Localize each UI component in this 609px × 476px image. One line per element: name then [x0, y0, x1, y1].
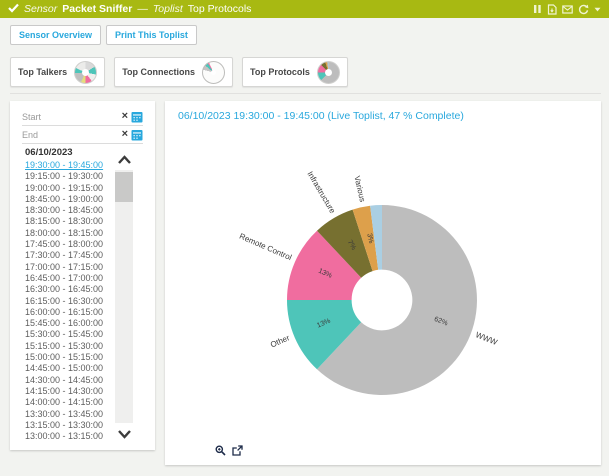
- interval-picker-panel: × × 06/10/2023 19:30:00 - 19:45:0019:15:…: [10, 101, 155, 450]
- breadcrumb-toplist-label: Toplist: [153, 3, 183, 15]
- tab-top-connections-label: Top Connections: [122, 67, 195, 77]
- refresh-icon[interactable]: [578, 4, 589, 15]
- slice-category-label: WWW: [474, 330, 499, 347]
- breadcrumb-separator: —: [137, 3, 148, 15]
- timelist-item[interactable]: 14:00:00 - 14:15:00: [25, 397, 117, 408]
- timelist-item[interactable]: 19:00:00 - 19:15:00: [25, 183, 117, 194]
- tab-top-talkers-label: Top Talkers: [18, 67, 67, 77]
- slice-category-label: Other: [269, 333, 291, 349]
- sensor-ok-icon: [8, 3, 19, 16]
- email-icon[interactable]: [562, 5, 573, 14]
- prtg-toplist-page: Sensor Packet Sniffer — Toplist Top Prot…: [0, 0, 609, 476]
- timelist-item[interactable]: 16:00:00 - 16:15:00: [25, 307, 117, 318]
- end-date-row: ×: [22, 126, 143, 144]
- start-date-row: ×: [22, 108, 143, 126]
- protocols-donut-chart: 62%WWW13%Other13%Remote Control7%Infrast…: [165, 101, 601, 465]
- timelist-item[interactable]: 18:00:00 - 18:15:00: [25, 228, 117, 239]
- timelist-item[interactable]: 14:45:00 - 15:00:00: [25, 363, 117, 374]
- timelist-item[interactable]: 15:00:00 - 15:15:00: [25, 352, 117, 363]
- timelist-item[interactable]: 19:15:00 - 19:30:00: [25, 171, 117, 182]
- slice-category-label: Various: [352, 175, 367, 203]
- chart-tools: [215, 445, 243, 456]
- end-date-input[interactable]: [22, 130, 119, 140]
- timelist-item[interactable]: 16:15:00 - 16:30:00: [25, 296, 117, 307]
- action-buttons: Sensor Overview Print This Toplist: [10, 25, 197, 45]
- tab-top-protocols-label: Top Protocols: [250, 67, 310, 77]
- breadcrumb-sensor-label: Sensor: [24, 3, 57, 15]
- timelist-item[interactable]: 18:15:00 - 18:30:00: [25, 216, 117, 227]
- timelist-item[interactable]: 15:45:00 - 16:00:00: [25, 318, 117, 329]
- timelist-item[interactable]: 14:15:00 - 14:30:00: [25, 386, 117, 397]
- slice-category-label: Infrastructure: [305, 170, 337, 216]
- topbar-icons: [533, 4, 601, 15]
- calendar-icon[interactable]: [131, 111, 143, 123]
- toplist-chart-panel: 06/10/2023 19:30:00 - 19:45:00 (Live Top…: [165, 101, 601, 465]
- scroll-down-icon[interactable]: [115, 425, 133, 442]
- print-toplist-button[interactable]: Print This Toplist: [106, 25, 197, 45]
- timelist-scrollbar[interactable]: [115, 170, 133, 423]
- timelist-item[interactable]: 15:15:00 - 15:30:00: [25, 341, 117, 352]
- slice-category-label: Remote Control: [238, 232, 293, 263]
- timelist-item[interactable]: 17:00:00 - 17:15:00: [25, 262, 117, 273]
- start-date-input[interactable]: [22, 112, 119, 122]
- tab-top-protocols[interactable]: Top Protocols: [242, 57, 348, 87]
- timelist-item[interactable]: 18:30:00 - 18:45:00: [25, 205, 117, 216]
- pie-chart-icon: [74, 61, 97, 84]
- timelist-item[interactable]: 17:45:00 - 18:00:00: [25, 239, 117, 250]
- clear-start-icon[interactable]: ×: [122, 111, 128, 122]
- timelist-date-header: 06/10/2023: [25, 147, 73, 158]
- time-list: 19:30:00 - 19:45:0019:15:00 - 19:30:0019…: [25, 160, 117, 442]
- report-icon[interactable]: [547, 4, 557, 15]
- zoom-icon[interactable]: [215, 445, 226, 456]
- timelist-item[interactable]: 13:30:00 - 13:45:00: [25, 409, 117, 420]
- timelist-item[interactable]: 14:30:00 - 14:45:00: [25, 375, 117, 386]
- toplist-tabs: Top Talkers Top Connections Top Protocol…: [10, 57, 348, 87]
- pie-chart-icon: [202, 61, 225, 84]
- tab-top-talkers[interactable]: Top Talkers: [10, 57, 105, 87]
- timelist-item[interactable]: 16:45:00 - 17:00:00: [25, 273, 117, 284]
- sensor-overview-button[interactable]: Sensor Overview: [10, 25, 101, 45]
- calendar-icon[interactable]: [131, 129, 143, 141]
- timelist-item[interactable]: 13:00:00 - 13:15:00: [25, 431, 117, 442]
- breadcrumb-sensor-name[interactable]: Packet Sniffer: [62, 3, 132, 15]
- timelist-item[interactable]: 18:45:00 - 19:00:00: [25, 194, 117, 205]
- caret-down-icon[interactable]: [594, 7, 601, 12]
- clear-end-icon[interactable]: ×: [122, 129, 128, 140]
- top-breadcrumb-bar: Sensor Packet Sniffer — Toplist Top Prot…: [0, 0, 609, 18]
- pie-chart-icon: [317, 61, 340, 84]
- open-external-icon[interactable]: [232, 445, 243, 456]
- timelist-item[interactable]: 16:30:00 - 16:45:00: [25, 284, 117, 295]
- section-divider: [10, 93, 601, 94]
- timelist-item[interactable]: 19:30:00 - 19:45:00: [25, 160, 117, 171]
- scrollbar-thumb[interactable]: [115, 172, 133, 202]
- pause-icon[interactable]: [533, 4, 542, 14]
- scroll-up-icon[interactable]: [115, 151, 133, 168]
- timelist-item[interactable]: 15:30:00 - 15:45:00: [25, 329, 117, 340]
- timelist-item[interactable]: 13:15:00 - 13:30:00: [25, 420, 117, 431]
- breadcrumb-page-name: Top Protocols: [188, 3, 252, 15]
- timelist-item[interactable]: 17:30:00 - 17:45:00: [25, 250, 117, 261]
- tab-top-connections[interactable]: Top Connections: [114, 57, 233, 87]
